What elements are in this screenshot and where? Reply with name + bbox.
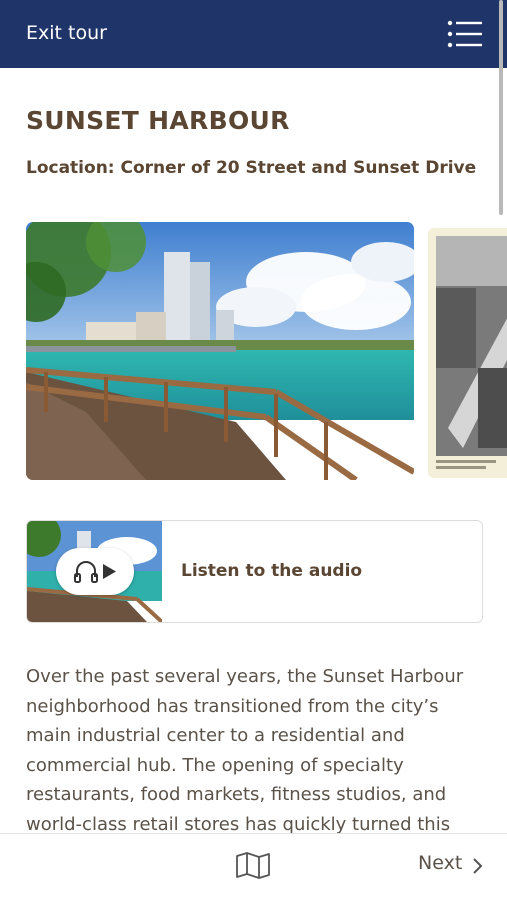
page-title: SUNSET HARBOUR [26, 106, 290, 135]
chevron-right-icon[interactable] [470, 856, 484, 876]
top-bar: Exit tour [0, 0, 507, 68]
next-button[interactable]: Next [418, 852, 462, 874]
play-audio-button[interactable] [56, 548, 134, 595]
exit-tour-button[interactable]: Exit tour [26, 22, 107, 44]
harbour-photo[interactable] [26, 222, 414, 480]
audio-card[interactable]: Listen to the audio [26, 520, 483, 623]
headphones-icon [74, 561, 116, 583]
location-text: Location: Corner of 20 Street and Sunset… [26, 158, 477, 178]
historic-aerial-photo[interactable] [428, 228, 507, 478]
menu-icon[interactable] [446, 18, 484, 50]
audio-label: Listen to the audio [181, 561, 363, 581]
audio-thumbnail [27, 521, 162, 622]
scrollbar[interactable] [499, 0, 503, 215]
map-icon[interactable] [235, 851, 271, 879]
